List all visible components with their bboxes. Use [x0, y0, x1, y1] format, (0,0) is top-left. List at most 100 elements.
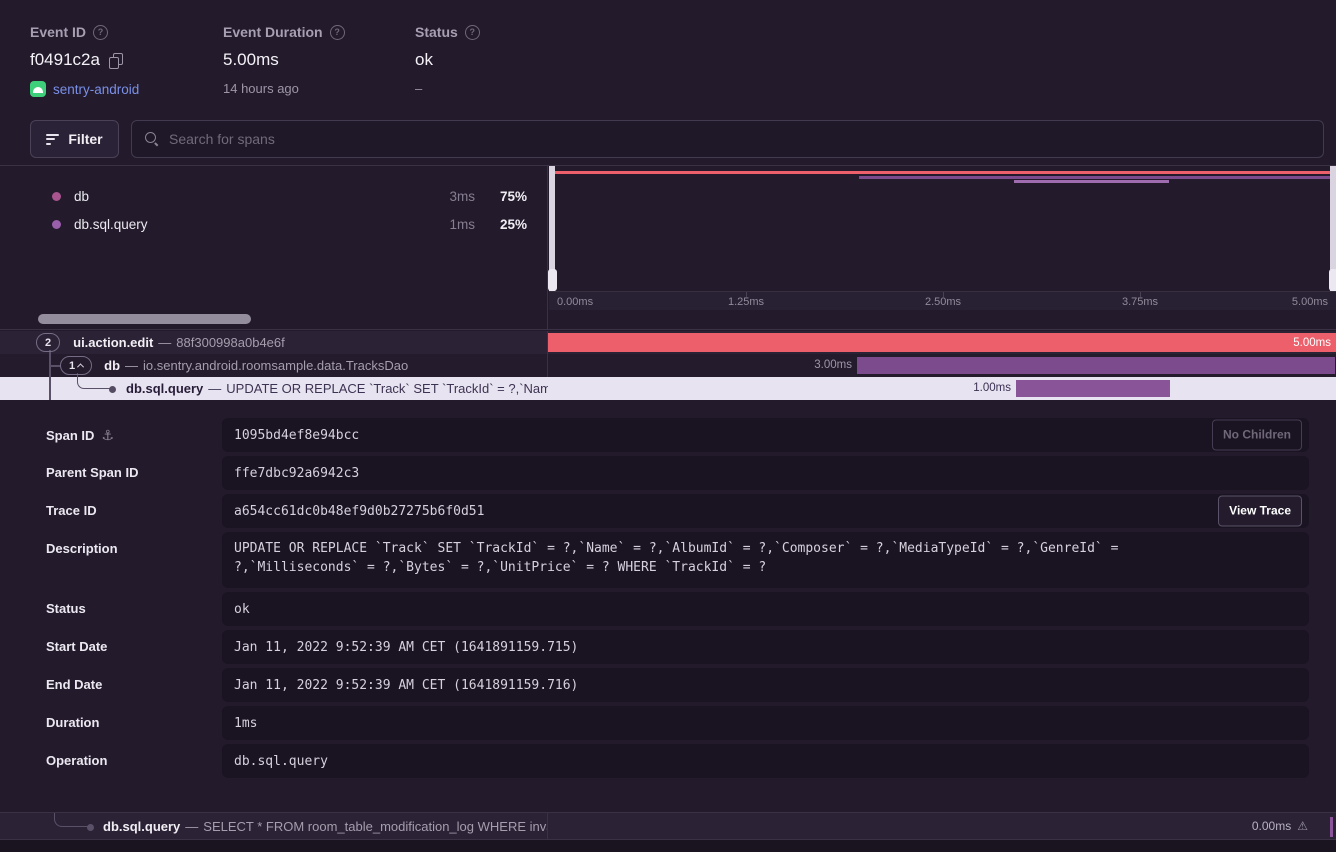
anchor-icon[interactable]: ⚓	[101, 427, 114, 444]
end-date-value: Jan 11, 2022 9:52:39 AM CET (1641891159.…	[234, 676, 578, 695]
status-detail-label: Status	[46, 601, 86, 616]
end-date-label: End Date	[46, 677, 102, 692]
minimap-span-db	[859, 176, 1335, 179]
span-description: 88f300998a0b4e6f	[176, 335, 284, 350]
span-separator: —	[208, 381, 221, 396]
trace-minimap: db 3ms 75% db.sql.query 1ms 25%	[0, 165, 1336, 330]
event-duration-column: Event Duration 5.00ms 14 hours ago	[223, 24, 345, 96]
status-sub: –	[415, 81, 422, 96]
help-icon[interactable]	[465, 25, 480, 40]
horizontal-scrollbar-thumb[interactable]	[38, 314, 251, 324]
filter-icon	[46, 134, 59, 145]
warning-icon[interactable]: ⚠	[1297, 820, 1308, 832]
project-link[interactable]: sentry-android	[53, 82, 139, 97]
detail-row-duration: Duration 1ms	[46, 706, 1309, 740]
tree-connector-line	[49, 350, 51, 400]
description-field: UPDATE OR REPLACE `Track` SET `TrackId` …	[222, 532, 1309, 588]
status-label: Status	[415, 24, 458, 40]
span-op: ui.action.edit	[73, 335, 153, 350]
tree-connector-line	[77, 373, 111, 389]
span-row-ui-action-edit[interactable]: 2 ui.action.edit — 88f300998a0b4e6f 5.00…	[0, 331, 1336, 354]
event-duration-value: 5.00ms	[223, 50, 279, 70]
minimap-handle-left[interactable]	[549, 166, 555, 291]
parent-span-id-field: ffe7dbc92a6942c3	[222, 456, 1309, 490]
op-color-dot	[52, 220, 61, 229]
legend-row-db-sql-query[interactable]: db.sql.query 1ms 25%	[0, 210, 547, 238]
duration-value: 1ms	[234, 714, 257, 733]
span-bar-purple	[857, 357, 1335, 374]
span-row-selected-db-sql-query[interactable]: db.sql.query — UPDATE OR REPLACE `Track`…	[0, 377, 1336, 400]
start-date-field: Jan 11, 2022 9:52:39 AM CET (1641891159.…	[222, 630, 1309, 664]
axis-tick-label: 1.25ms	[728, 296, 764, 308]
event-id-value: f0491c2a	[30, 50, 100, 70]
legend-row-db[interactable]: db 3ms 75%	[0, 182, 547, 210]
trace-id-label: Trace ID	[46, 503, 97, 518]
description-value: UPDATE OR REPLACE `Track` SET `TrackId` …	[234, 539, 1249, 577]
start-date-label: Start Date	[46, 639, 107, 654]
span-duration: 3.00ms	[814, 354, 852, 377]
event-id-label: Event ID	[30, 24, 86, 40]
help-icon[interactable]	[330, 25, 345, 40]
legend-op-name: db	[74, 189, 425, 204]
axis-tick-label: 5.00ms	[1292, 296, 1328, 308]
detail-row-description: Description UPDATE OR REPLACE `Track` SE…	[46, 532, 1309, 588]
trace-id-value: a654cc61dc0b48ef9d0b27275b6f0d51	[234, 502, 484, 521]
legend-op-duration: 3ms	[425, 189, 475, 204]
tree-connector-dot	[109, 386, 116, 393]
minimap-span-db-sql-query	[1014, 180, 1169, 183]
operation-label: Operation	[46, 753, 107, 768]
span-description: SELECT * FROM room_table_modification_lo…	[203, 819, 547, 834]
view-trace-button[interactable]: View Trace	[1218, 496, 1302, 527]
status-column: Status ok –	[415, 24, 480, 96]
detail-row-operation: Operation db.sql.query	[46, 744, 1309, 778]
operation-field: db.sql.query	[222, 744, 1309, 778]
help-icon[interactable]	[93, 25, 108, 40]
android-project-icon	[30, 81, 46, 97]
duration-label: Duration	[46, 715, 99, 730]
span-row-db[interactable]: 1 db — io.sentry.android.roomsample.data…	[0, 354, 1336, 377]
minimap-span-ui-action-edit	[549, 171, 1336, 174]
span-op: db.sql.query	[126, 381, 203, 396]
span-search-box[interactable]	[131, 120, 1324, 158]
span-duration: 5.00ms	[1293, 337, 1331, 349]
filter-button[interactable]: Filter	[30, 120, 119, 158]
children-count-pill[interactable]: 1	[60, 356, 92, 375]
copy-icon[interactable]	[108, 53, 123, 68]
time-axis: 0.00ms 1.25ms 2.50ms 3.75ms 5.00ms	[549, 291, 1336, 310]
tree-connector-dot	[87, 824, 94, 831]
span-duration: 0.00ms	[1252, 819, 1291, 833]
operations-breakdown: db 3ms 75% db.sql.query 1ms 25%	[0, 166, 548, 329]
children-count-pill[interactable]: 2	[36, 333, 60, 352]
span-bar-red: 5.00ms	[548, 333, 1336, 352]
duration-field: 1ms	[222, 706, 1309, 740]
event-header: Event ID f0491c2a sentry-android Event D…	[0, 0, 1336, 110]
description-label: Description	[46, 541, 118, 556]
legend-op-percent: 25%	[475, 217, 527, 232]
filter-button-label: Filter	[68, 131, 102, 147]
status-field: ok	[222, 592, 1309, 626]
minimap-chart[interactable]: 0.00ms 1.25ms 2.50ms 3.75ms 5.00ms	[549, 166, 1336, 329]
axis-tick-label: 2.50ms	[925, 296, 961, 308]
detail-row-status: Status ok	[46, 592, 1309, 626]
detail-row-parent-span-id: Parent Span ID ffe7dbc92a6942c3	[46, 456, 1309, 490]
span-id-value: 1095bd4ef8e94bcc	[234, 426, 359, 445]
legend-op-percent: 75%	[475, 189, 527, 204]
span-op: db.sql.query	[103, 819, 180, 834]
minimap-handle-right[interactable]	[1330, 166, 1336, 291]
span-description: UPDATE OR REPLACE `Track` SET `TrackId` …	[226, 381, 548, 396]
axis-tick-label: 3.75ms	[1122, 296, 1158, 308]
span-duration: 1.00ms	[973, 377, 1011, 400]
span-row-db-sql-query-select[interactable]: db.sql.query — SELECT * FROM room_table_…	[0, 812, 1336, 840]
span-op: db	[104, 358, 120, 373]
span-bar-purple-light	[1016, 380, 1170, 397]
legend-op-duration: 1ms	[425, 217, 475, 232]
search-icon	[145, 132, 159, 146]
span-separator: —	[125, 358, 138, 373]
span-description: io.sentry.android.roomsample.data.Tracks…	[143, 358, 408, 373]
tree-connector-line	[54, 813, 89, 827]
no-children-badge: No Children	[1212, 420, 1302, 451]
bottom-filler	[0, 840, 1336, 852]
spans-toolbar: Filter	[30, 120, 1324, 158]
span-search-input[interactable]	[169, 131, 1310, 147]
detail-row-trace-id: Trace ID a654cc61dc0b48ef9d0b27275b6f0d5…	[46, 494, 1309, 528]
